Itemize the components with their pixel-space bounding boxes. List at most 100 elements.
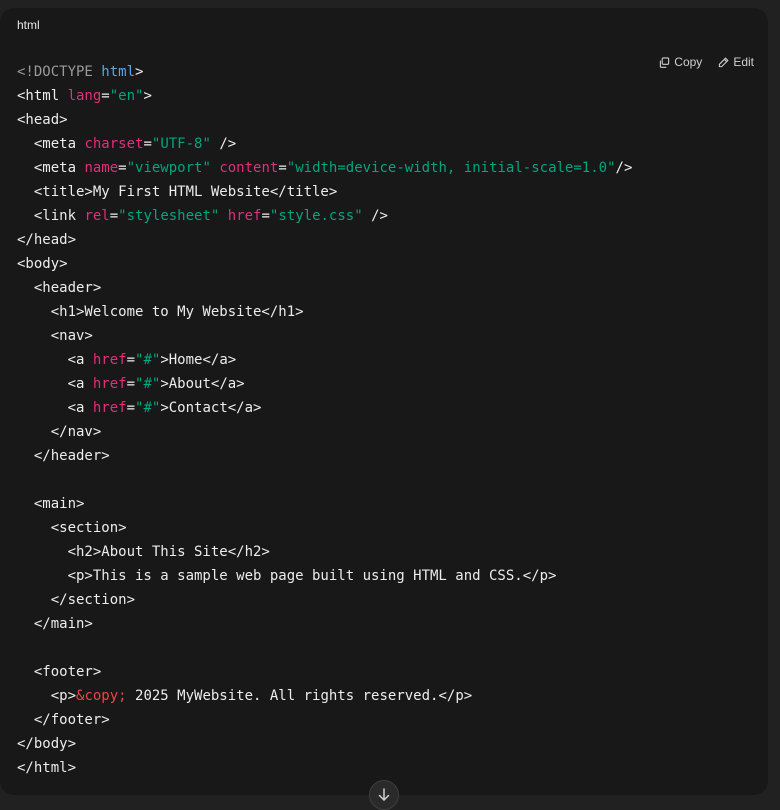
code-line: <nav> [17,324,632,348]
code-line: <header> [17,276,632,300]
code-token: </nav> [17,424,102,440]
code-line: <meta name="viewport" content="width=dev… [17,156,633,180]
code-token: /> [362,208,388,224]
code-token: rel [84,208,110,224]
code-content: <!DOCTYPE html> <html lang="en"> <head> <m… [17,60,632,780]
code-token: </html> [17,760,77,776]
code-token: </head> [17,232,77,248]
code-token: </header> [17,448,110,464]
code-token: <meta [17,160,85,176]
code-token: >About</a> [160,376,245,392]
code-token: href [227,208,262,224]
code-token: &copy; [76,688,127,704]
copy-label: Copy [674,55,703,69]
pencil-icon [718,56,729,68]
code-token: <h1>Welcome to My Website</h1> [17,304,304,320]
code-token: <head> [17,112,68,128]
code-token: "stylesheet" [118,208,220,224]
code-line: </section> [17,588,632,612]
code-token: <meta [17,136,85,152]
code-token: </footer> [17,712,110,728]
code-token: "UTF-8" [151,136,211,152]
code-line: </html> [17,756,632,780]
code-line: <p>This is a sample web page built using… [17,564,632,588]
code-block: html Copy Edit <!DOCTYPE html> <html lang… [0,8,768,795]
edit-button[interactable]: Edit [718,55,754,69]
code-line: <h2>About This Site</h2> [17,540,632,564]
code-token: > [143,88,152,104]
code-line: </body> [17,732,632,756]
code-token: </section> [17,592,136,608]
code-token: name [84,160,119,176]
code-token: href [92,376,127,392]
code-token: /> [615,160,633,176]
code-token: >Contact</a> [160,400,262,416]
code-token: "#" [135,400,161,416]
code-token: <link [17,208,85,224]
code-line: <h1>Welcome to My Website</h1> [17,300,632,324]
code-token: "#" [135,352,161,368]
code-line: <p>&copy; 2025 MyWebsite. All rights res… [17,684,632,708]
arrow-down-icon [376,787,392,809]
code-language-label: html [17,18,40,32]
code-token: "viewport" [126,160,211,176]
code-line: </head> [17,228,632,252]
code-token: = [101,88,110,104]
code-line: <!DOCTYPE html> [17,60,632,84]
code-token: <a [17,376,93,392]
code-line: <title>My First HTML Website</title> [17,180,632,204]
code-token: > [135,64,144,80]
code-line: <a href="#">Contact</a> [17,396,632,420]
code-token: = [126,400,136,416]
code-token: </main> [17,616,93,632]
code-line: <link rel="stylesheet" href="style.css" … [17,204,632,228]
code-token: <main> [17,496,85,512]
code-line: ​ [17,636,632,660]
code-token: = [126,376,136,392]
code-token: href [92,352,127,368]
code-line: ​ [17,468,632,492]
code-token: <a [17,352,93,368]
code-token: lang [67,88,102,104]
code-token: = [278,160,287,176]
code-token: "#" [135,376,161,392]
code-token: <title>My First HTML Website</title> [17,184,338,200]
code-token: <p> [17,688,77,704]
code-toolbar: Copy Edit [659,55,754,69]
code-line: </footer> [17,708,632,732]
code-token: <p>This is a sample web page built using… [17,568,557,584]
code-token: <header> [17,280,102,296]
code-token: <footer> [17,664,102,680]
code-token: content [219,160,279,176]
code-line: <head> [17,108,632,132]
scroll-to-bottom-button[interactable] [369,780,399,810]
code-token: = [109,208,119,224]
code-token: = [261,208,270,224]
code-line: <html lang="en"> [17,84,632,108]
code-token: 2025 MyWebsite. All rights reserved.</p> [126,688,473,704]
copy-button[interactable]: Copy [659,55,702,69]
copy-icon [659,56,670,68]
edit-label: Edit [733,55,754,69]
code-token: = [126,352,136,368]
code-line: <body> [17,252,632,276]
code-token: "en" [109,88,144,104]
code-line: </main> [17,612,632,636]
code-token: "style.css" [269,208,363,224]
code-line: <a href="#">Home</a> [17,348,632,372]
code-token: <body> [17,256,68,272]
code-token: </body> [17,736,77,752]
code-line: <section> [17,516,632,540]
code-token: <nav> [17,328,93,344]
code-line: <footer> [17,660,632,684]
code-line: <meta charset="UTF-8" /> [17,132,632,156]
code-line: <a href="#">About</a> [17,372,632,396]
code-token: <h2>About This Site</h2> [17,544,270,560]
code-token: <section> [17,520,127,536]
code-token: <html [17,88,68,104]
code-token: <!DOCTYPE [17,64,102,80]
code-token: = [143,136,152,152]
code-token: href [92,400,127,416]
code-line: </nav> [17,420,632,444]
